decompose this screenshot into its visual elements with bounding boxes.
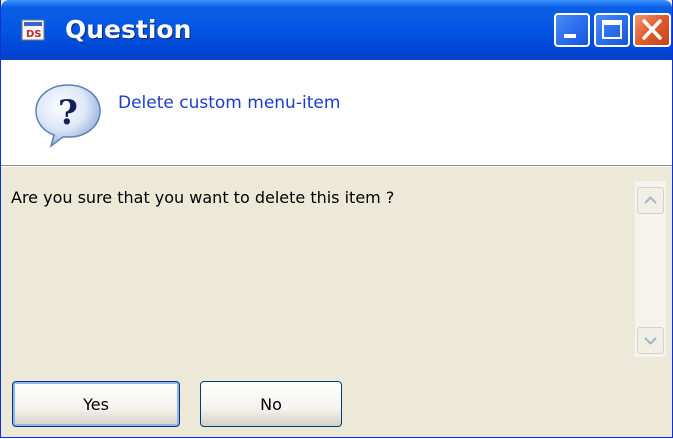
header-divider (1, 165, 672, 167)
minimize-button[interactable] (554, 13, 590, 47)
question-dialog: DS Question ? Delete custom menu-item Ar… (0, 0, 673, 438)
close-icon (642, 19, 662, 40)
svg-text:DS: DS (26, 29, 42, 40)
scroll-up-button[interactable] (637, 187, 664, 214)
question-mark-icon: ? (33, 82, 103, 148)
yes-button[interactable]: Yes (12, 381, 180, 427)
maximize-button[interactable] (594, 13, 630, 47)
minimize-icon (564, 34, 576, 38)
no-button[interactable]: No (200, 381, 342, 427)
close-button[interactable] (633, 13, 671, 47)
ds-app-icon: DS (21, 18, 47, 42)
dialog-header-text: Delete custom menu-item (118, 93, 341, 113)
chevron-up-icon (644, 196, 657, 204)
maximize-icon (602, 20, 622, 39)
chevron-down-icon (644, 337, 657, 345)
window-title: Question (65, 15, 192, 44)
dialog-message: Are you sure that you want to delete thi… (11, 188, 395, 207)
vertical-scrollbar[interactable] (635, 181, 666, 357)
svg-text:?: ? (58, 93, 78, 133)
title-bar[interactable]: DS Question (1, 0, 672, 60)
scroll-down-button[interactable] (637, 327, 664, 354)
dialog-header: ? Delete custom menu-item (1, 60, 672, 165)
